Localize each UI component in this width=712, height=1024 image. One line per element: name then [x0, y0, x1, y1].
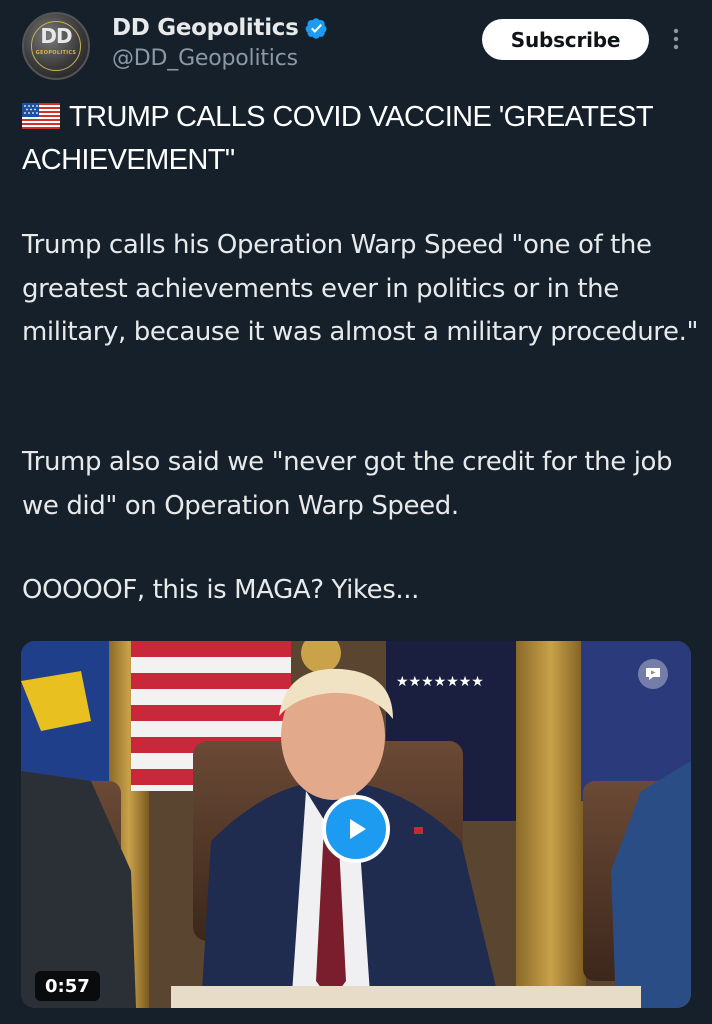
verified-badge-icon [305, 17, 327, 39]
user-handle[interactable]: @DD_Geopolitics [112, 46, 298, 71]
post-headline-line: TRUMP CALLS COVID VACCINE 'GREATEST ACHI… [22, 96, 702, 182]
us-flag-icon [22, 103, 60, 129]
post-paragraph-1: Trump calls his Operation Warp Speed "on… [22, 230, 699, 347]
post-paragraph-3: OOOOOF, this is MAGA? Yikes... [22, 575, 419, 605]
video-player[interactable]: ★★★★★★★ 0:57 [21, 641, 691, 1008]
more-options-icon[interactable] [666, 24, 686, 54]
display-name[interactable]: DD Geopolitics [112, 15, 299, 41]
svg-text:★★★★★★★: ★★★★★★★ [396, 674, 484, 690]
post-headline-block: TRUMP CALLS COVID VACCINE 'GREATEST ACHI… [22, 96, 702, 182]
avatar-logo-subtext: GEOPOLITICS [35, 50, 77, 56]
video-duration: 0:57 [35, 971, 100, 1001]
name-row: DD Geopolitics [112, 12, 328, 44]
media-overlay-icon[interactable] [638, 659, 668, 689]
avatar[interactable]: DD GEOPOLITICS [22, 12, 90, 80]
post-paragraph-2: Trump also said we "never got the credit… [22, 447, 681, 521]
play-button[interactable] [322, 795, 390, 863]
post-header: DD GEOPOLITICS DD Geopolitics @DD_Geopol… [0, 0, 712, 90]
avatar-logo-text: DD [40, 24, 72, 48]
subscribe-button[interactable]: Subscribe [482, 19, 649, 60]
play-icon [350, 819, 366, 839]
post-headline: TRUMP CALLS COVID VACCINE 'GREATEST ACHI… [22, 101, 653, 176]
